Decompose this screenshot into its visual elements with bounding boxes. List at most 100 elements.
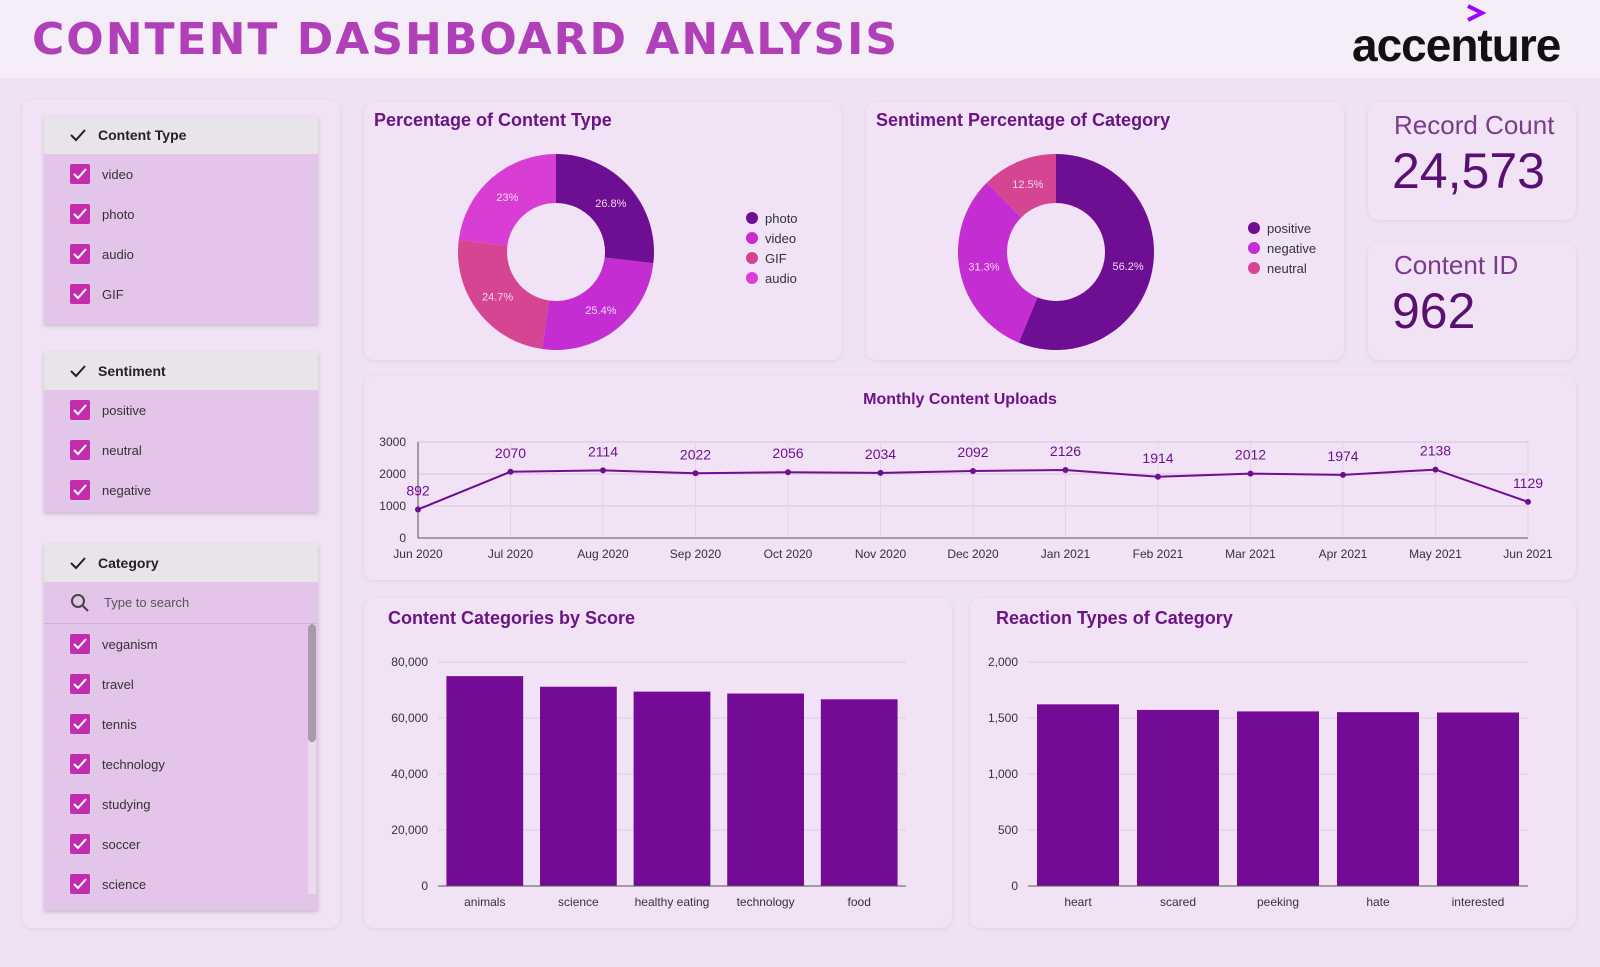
checkbox-checked-icon[interactable] bbox=[70, 794, 90, 814]
legend-item-photo[interactable]: photo bbox=[746, 208, 798, 228]
check-icon bbox=[70, 365, 86, 378]
donut-data-label: 26.8% bbox=[595, 198, 626, 210]
filter-option-gif[interactable]: GIF bbox=[44, 274, 318, 314]
category-scrollbar-thumb[interactable] bbox=[308, 624, 316, 742]
checkbox-checked-icon[interactable] bbox=[70, 714, 90, 734]
bar-food[interactable] bbox=[820, 699, 898, 886]
uploads-point[interactable] bbox=[692, 470, 699, 477]
uploads-point[interactable] bbox=[1062, 466, 1069, 473]
content-id-card: Content ID 962 bbox=[1368, 242, 1576, 360]
filter-option-studying[interactable]: studying bbox=[44, 784, 318, 824]
category-search-input[interactable]: Type to search bbox=[44, 582, 318, 624]
filter-option-neutral[interactable]: neutral bbox=[44, 430, 318, 470]
legend-label: GIF bbox=[765, 250, 787, 266]
brand-logo-text: accenture bbox=[1352, 19, 1561, 71]
checkbox-checked-icon[interactable] bbox=[70, 284, 90, 304]
donut-data-label: 56.2% bbox=[1113, 261, 1144, 273]
content-id-value: 962 bbox=[1392, 283, 1476, 339]
uploads-point[interactable] bbox=[1525, 498, 1531, 505]
uploads-data-label: 1129 bbox=[1513, 475, 1543, 491]
legend-item-video[interactable]: video bbox=[746, 228, 798, 248]
legend-label: neutral bbox=[1267, 260, 1307, 276]
x-tick-label: interested bbox=[1452, 895, 1505, 909]
legend-item-gif[interactable]: GIF bbox=[746, 248, 798, 268]
legend-dot-icon bbox=[746, 212, 758, 224]
y-tick-label: 0 bbox=[399, 531, 406, 545]
legend-label: photo bbox=[765, 210, 798, 226]
uploads-point[interactable] bbox=[970, 468, 976, 475]
checkbox-checked-icon[interactable] bbox=[70, 674, 90, 694]
uploads-point[interactable] bbox=[1340, 471, 1346, 478]
check-icon bbox=[70, 129, 86, 142]
sentiment-donut-card: Sentiment Percentage of Category 56.2% 31… bbox=[866, 102, 1344, 360]
donut-slice-video[interactable] bbox=[542, 257, 654, 350]
x-tick-label: scared bbox=[1160, 895, 1196, 909]
filter-option-travel[interactable]: travel bbox=[44, 664, 318, 704]
uploads-data-label: 1974 bbox=[1327, 448, 1358, 464]
content-type-filter-header[interactable]: Content Type bbox=[44, 116, 318, 154]
uploads-point[interactable] bbox=[1155, 473, 1161, 480]
checkbox-checked-icon[interactable] bbox=[70, 204, 90, 224]
legend-item-audio[interactable]: audio bbox=[746, 268, 798, 288]
sentiment-filter-header[interactable]: Sentiment bbox=[44, 352, 318, 390]
legend-item-positive[interactable]: positive bbox=[1248, 218, 1316, 238]
reaction-types-bar-chart: 0 500 1,000 1,500 2,000 heart scared peeking hat… bbox=[988, 655, 1528, 909]
bar-heart[interactable] bbox=[1037, 704, 1119, 886]
uploads-data-label: 2012 bbox=[1235, 447, 1266, 463]
uploads-data-label: 2070 bbox=[495, 445, 526, 461]
category-filter-header[interactable]: Category bbox=[44, 544, 318, 582]
x-tick-label: hate bbox=[1366, 895, 1390, 909]
bar-hate[interactable] bbox=[1337, 712, 1419, 886]
bar-science[interactable] bbox=[540, 686, 617, 886]
legend-dot-icon bbox=[746, 232, 758, 244]
filter-option-science[interactable]: science bbox=[44, 864, 318, 904]
search-placeholder: Type to search bbox=[104, 595, 190, 610]
bar-peeking[interactable] bbox=[1237, 711, 1319, 886]
uploads-point[interactable] bbox=[507, 468, 514, 475]
checkbox-checked-icon[interactable] bbox=[70, 634, 90, 654]
categories-score-card: Content Categories by Score 0 20,000 40,00… bbox=[364, 598, 952, 928]
x-tick-label: Jan 2021 bbox=[1041, 547, 1091, 561]
checkbox-checked-icon[interactable] bbox=[70, 754, 90, 774]
filter-option-technology[interactable]: technology bbox=[44, 744, 318, 784]
donut-data-label: 24.7% bbox=[482, 292, 513, 304]
filter-option-photo[interactable]: photo bbox=[44, 194, 318, 234]
filter-option-audio[interactable]: audio bbox=[44, 234, 318, 274]
bar-scared[interactable] bbox=[1137, 709, 1219, 886]
legend-label: audio bbox=[765, 270, 797, 286]
uploads-point[interactable] bbox=[415, 506, 421, 513]
checkbox-checked-icon[interactable] bbox=[70, 164, 90, 184]
legend-item-negative[interactable]: negative bbox=[1248, 238, 1316, 258]
checkbox-checked-icon[interactable] bbox=[70, 874, 90, 894]
checkbox-checked-icon[interactable] bbox=[70, 834, 90, 854]
search-icon bbox=[71, 593, 89, 612]
uploads-point[interactable] bbox=[877, 469, 884, 476]
legend-item-neutral[interactable]: neutral bbox=[1248, 258, 1316, 278]
filter-option-soccer[interactable]: soccer bbox=[44, 824, 318, 864]
checkbox-checked-icon[interactable] bbox=[70, 440, 90, 460]
checkbox-checked-icon[interactable] bbox=[70, 244, 90, 264]
bar-animals[interactable] bbox=[446, 676, 524, 886]
filter-option-negative[interactable]: negative bbox=[44, 470, 318, 510]
bar-healthy-eating[interactable] bbox=[633, 691, 711, 886]
bar-technology[interactable] bbox=[727, 693, 804, 886]
filter-option-label: photo bbox=[102, 206, 135, 222]
content-type-chart-title: Percentage of Content Type bbox=[374, 110, 612, 130]
legend-label: video bbox=[765, 230, 797, 246]
uploads-point[interactable] bbox=[1247, 470, 1254, 477]
filter-option-positive[interactable]: positive bbox=[44, 390, 318, 430]
checkbox-checked-icon[interactable] bbox=[70, 400, 90, 420]
filter-panel: Content Type video photo audio GIF Senti… bbox=[22, 100, 340, 928]
filter-option-video[interactable]: video bbox=[44, 154, 318, 194]
filter-option-veganism[interactable]: veganism bbox=[44, 624, 318, 664]
checkbox-checked-icon[interactable] bbox=[70, 480, 90, 500]
uploads-point[interactable] bbox=[785, 469, 791, 476]
filter-option-tennis[interactable]: tennis bbox=[44, 704, 318, 744]
uploads-point[interactable] bbox=[600, 467, 606, 474]
filter-option-label: studying bbox=[102, 796, 151, 812]
y-tick-label: 1,000 bbox=[988, 767, 1018, 781]
uploads-point[interactable] bbox=[1432, 466, 1439, 473]
record-count-card: Record Count 24,573 bbox=[1368, 102, 1576, 220]
uploads-data-label: 892 bbox=[406, 482, 430, 498]
bar-interested[interactable] bbox=[1437, 712, 1519, 886]
